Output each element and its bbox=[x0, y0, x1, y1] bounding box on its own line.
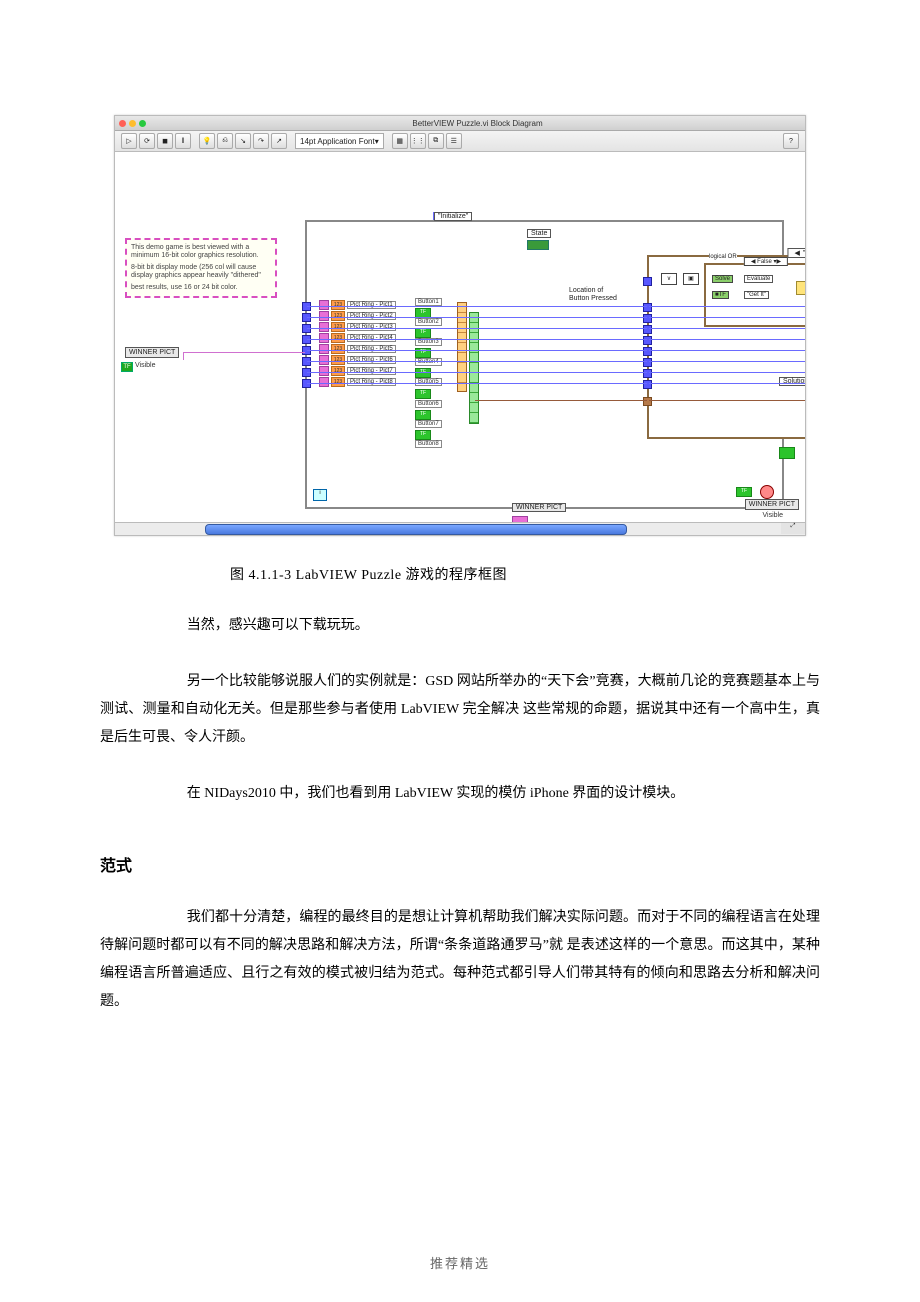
comment-line: 8-bit bit display mode (256 col will cau… bbox=[131, 264, 271, 281]
tf-indicator: TF bbox=[415, 410, 431, 420]
context-help-button[interactable]: ? bbox=[783, 133, 799, 149]
align-button[interactable]: ▦ bbox=[392, 133, 408, 149]
scroll-corner: ⤢ bbox=[781, 523, 805, 534]
step-into-button[interactable]: ↘ bbox=[235, 133, 251, 149]
paragraph: 在 NIDays2010 中，我们也看到用 LabVIEW 实现的模仿 iPho… bbox=[100, 780, 820, 808]
figure-caption: 图 4.1.1-3 LabVIEW Puzzle 游戏的程序框图 bbox=[230, 564, 820, 584]
highlight-exec-button[interactable]: 💡 bbox=[199, 133, 215, 149]
resize-button[interactable]: ⧉ bbox=[428, 133, 444, 149]
scrollbar-thumb[interactable] bbox=[205, 524, 627, 535]
traffic-lights bbox=[119, 120, 146, 127]
retain-wire-button[interactable]: ⎌ bbox=[217, 133, 233, 149]
paragraph: 我们都十分清楚，编程的最终目的是想让计算机帮助我们解决实际问题。而对于不同的编程… bbox=[100, 904, 820, 1016]
button-label: Button1 bbox=[415, 298, 442, 306]
visible-property bbox=[779, 447, 795, 459]
case-selector-label: "Get Input" bbox=[803, 250, 805, 257]
zoom-icon[interactable] bbox=[139, 120, 146, 127]
iteration-terminal: i bbox=[313, 489, 327, 501]
button-label: Button5 bbox=[415, 378, 442, 386]
abort-button[interactable]: ◼ bbox=[157, 133, 173, 149]
comment-line: This demo game is best viewed with a min… bbox=[131, 244, 271, 261]
comment-note: This demo game is best viewed with a min… bbox=[125, 238, 277, 298]
tunnel bbox=[643, 347, 652, 356]
tunnel bbox=[643, 397, 652, 406]
location-label: Location ofButton Pressed bbox=[569, 287, 617, 302]
solve-label: ■TF bbox=[712, 291, 729, 299]
distribute-button[interactable]: ⋮⋮ bbox=[410, 133, 426, 149]
run-continuous-button[interactable]: ⟳ bbox=[139, 133, 155, 149]
tf-indicator: TF bbox=[415, 430, 431, 440]
getit-node: "Get It" bbox=[744, 291, 769, 299]
state-indicator bbox=[527, 240, 549, 250]
pict-ring-row: 123Pict Ring - Pict3 bbox=[319, 322, 396, 331]
font-selector[interactable]: 14pt Application Font ▾ bbox=[295, 133, 384, 149]
winner-pict-indicator[interactable]: WINNER PICT bbox=[745, 499, 799, 510]
tunnel bbox=[643, 303, 652, 312]
compound-node: ▣ bbox=[683, 273, 699, 285]
tunnel bbox=[643, 358, 652, 367]
build-array-node bbox=[457, 302, 467, 392]
pict-ring-row: 123Pict Ring - Pict7 bbox=[319, 366, 396, 375]
tf-indicator: TF bbox=[415, 368, 431, 378]
paragraph: 另一个比较能够说服人们的实例就是：GSD 网站所举办的“天下会”竞赛，大概前几论… bbox=[100, 668, 820, 752]
tunnel bbox=[643, 314, 652, 323]
reorder-button[interactable]: ☰ bbox=[446, 133, 462, 149]
run-button[interactable]: ▷ bbox=[121, 133, 137, 149]
logical-or-label: logical OR bbox=[709, 254, 737, 260]
pict-ring-row: 123Pict Ring - Pict8 bbox=[319, 377, 396, 386]
button-label: Button6 bbox=[415, 400, 442, 408]
button-label: Button8 bbox=[415, 440, 442, 448]
step-out-button[interactable]: ↗ bbox=[271, 133, 287, 149]
window-title: BetterVIEW Puzzle.vi Block Diagram bbox=[154, 119, 801, 128]
close-icon[interactable] bbox=[119, 120, 126, 127]
tf-constant: TF bbox=[121, 362, 133, 372]
pict-ring-row: 123Pict Ring - Pict4 bbox=[319, 333, 396, 342]
stop-terminal bbox=[760, 485, 774, 499]
minimize-icon[interactable] bbox=[129, 120, 136, 127]
case-selector[interactable]: ◀ "Get Input" ▶ ▾ bbox=[787, 248, 805, 258]
tunnel bbox=[643, 380, 652, 389]
inner-case-selector[interactable]: ◀ False ▾▶ bbox=[744, 257, 788, 266]
button-label: Button2 bbox=[415, 318, 442, 326]
tf-indicator: TF bbox=[415, 389, 431, 399]
visible-label: Visible bbox=[135, 362, 156, 369]
pause-button[interactable]: ‖ bbox=[175, 133, 191, 149]
paragraph: 当然，感兴趣可以下载玩玩。 bbox=[100, 612, 820, 640]
block-diagram-canvas[interactable]: This demo game is best viewed with a min… bbox=[115, 152, 805, 522]
window-titlebar: BetterVIEW Puzzle.vi Block Diagram bbox=[115, 116, 805, 131]
section-heading: 范式 bbox=[100, 852, 820, 876]
evaluate-node: Evaluate bbox=[744, 275, 773, 283]
pict-ring-row: 123Pict Ring - Pict6 bbox=[319, 355, 396, 364]
while-loop: "Initialize" State Location ofButton Pre… bbox=[305, 220, 784, 509]
font-selector-label: 14pt Application Font bbox=[300, 137, 375, 146]
winner-pict-local: WINNER PICT bbox=[512, 503, 566, 512]
or-node: ∨ bbox=[661, 273, 677, 285]
solve-label: Solve bbox=[712, 275, 733, 283]
pict-ring-row: 123Pict Ring - Pict2 bbox=[319, 311, 396, 320]
labview-block-diagram-window: BetterVIEW Puzzle.vi Block Diagram ▷ ⟳ ◼… bbox=[114, 115, 806, 536]
toolbar: ▷ ⟳ ◼ ‖ 💡 ⎌ ↘ ↷ ↗ 14pt Application Font … bbox=[115, 131, 805, 152]
button-label: Button4 bbox=[415, 358, 442, 366]
tf-indicator: TF bbox=[736, 487, 752, 497]
tunnel bbox=[643, 277, 652, 286]
pict-ring-row: 123Pict Ring - Pict1 bbox=[319, 300, 396, 309]
solution-array-label: Solution Array bbox=[779, 377, 805, 386]
page-footer: 推荐精选 bbox=[0, 1253, 920, 1272]
horizontal-scrollbar[interactable]: ⤢ bbox=[115, 522, 805, 535]
tunnel bbox=[643, 325, 652, 334]
button-label: Button7 bbox=[415, 420, 442, 428]
case-structure: ◀ "Get Input" ▶ ▾ logical OR ◀ False ▾▶ … bbox=[647, 255, 805, 439]
tf-indicator: TF bbox=[415, 328, 431, 338]
comment-line: best results, use 16 or 24 bit color. bbox=[131, 284, 271, 292]
state-label: State bbox=[527, 229, 551, 238]
tunnel bbox=[643, 336, 652, 345]
pict-ring-row: 123Pict Ring - Pict5 bbox=[319, 344, 396, 353]
case-prev-icon[interactable]: ◀ bbox=[794, 249, 799, 257]
winner-pict-control[interactable]: WINNER PICT bbox=[125, 347, 179, 358]
visible-label: Visible bbox=[763, 512, 784, 519]
select-node bbox=[796, 281, 805, 295]
initialize-enum[interactable]: "Initialize" bbox=[434, 212, 472, 221]
tunnel bbox=[643, 369, 652, 378]
step-over-button[interactable]: ↷ bbox=[253, 133, 269, 149]
